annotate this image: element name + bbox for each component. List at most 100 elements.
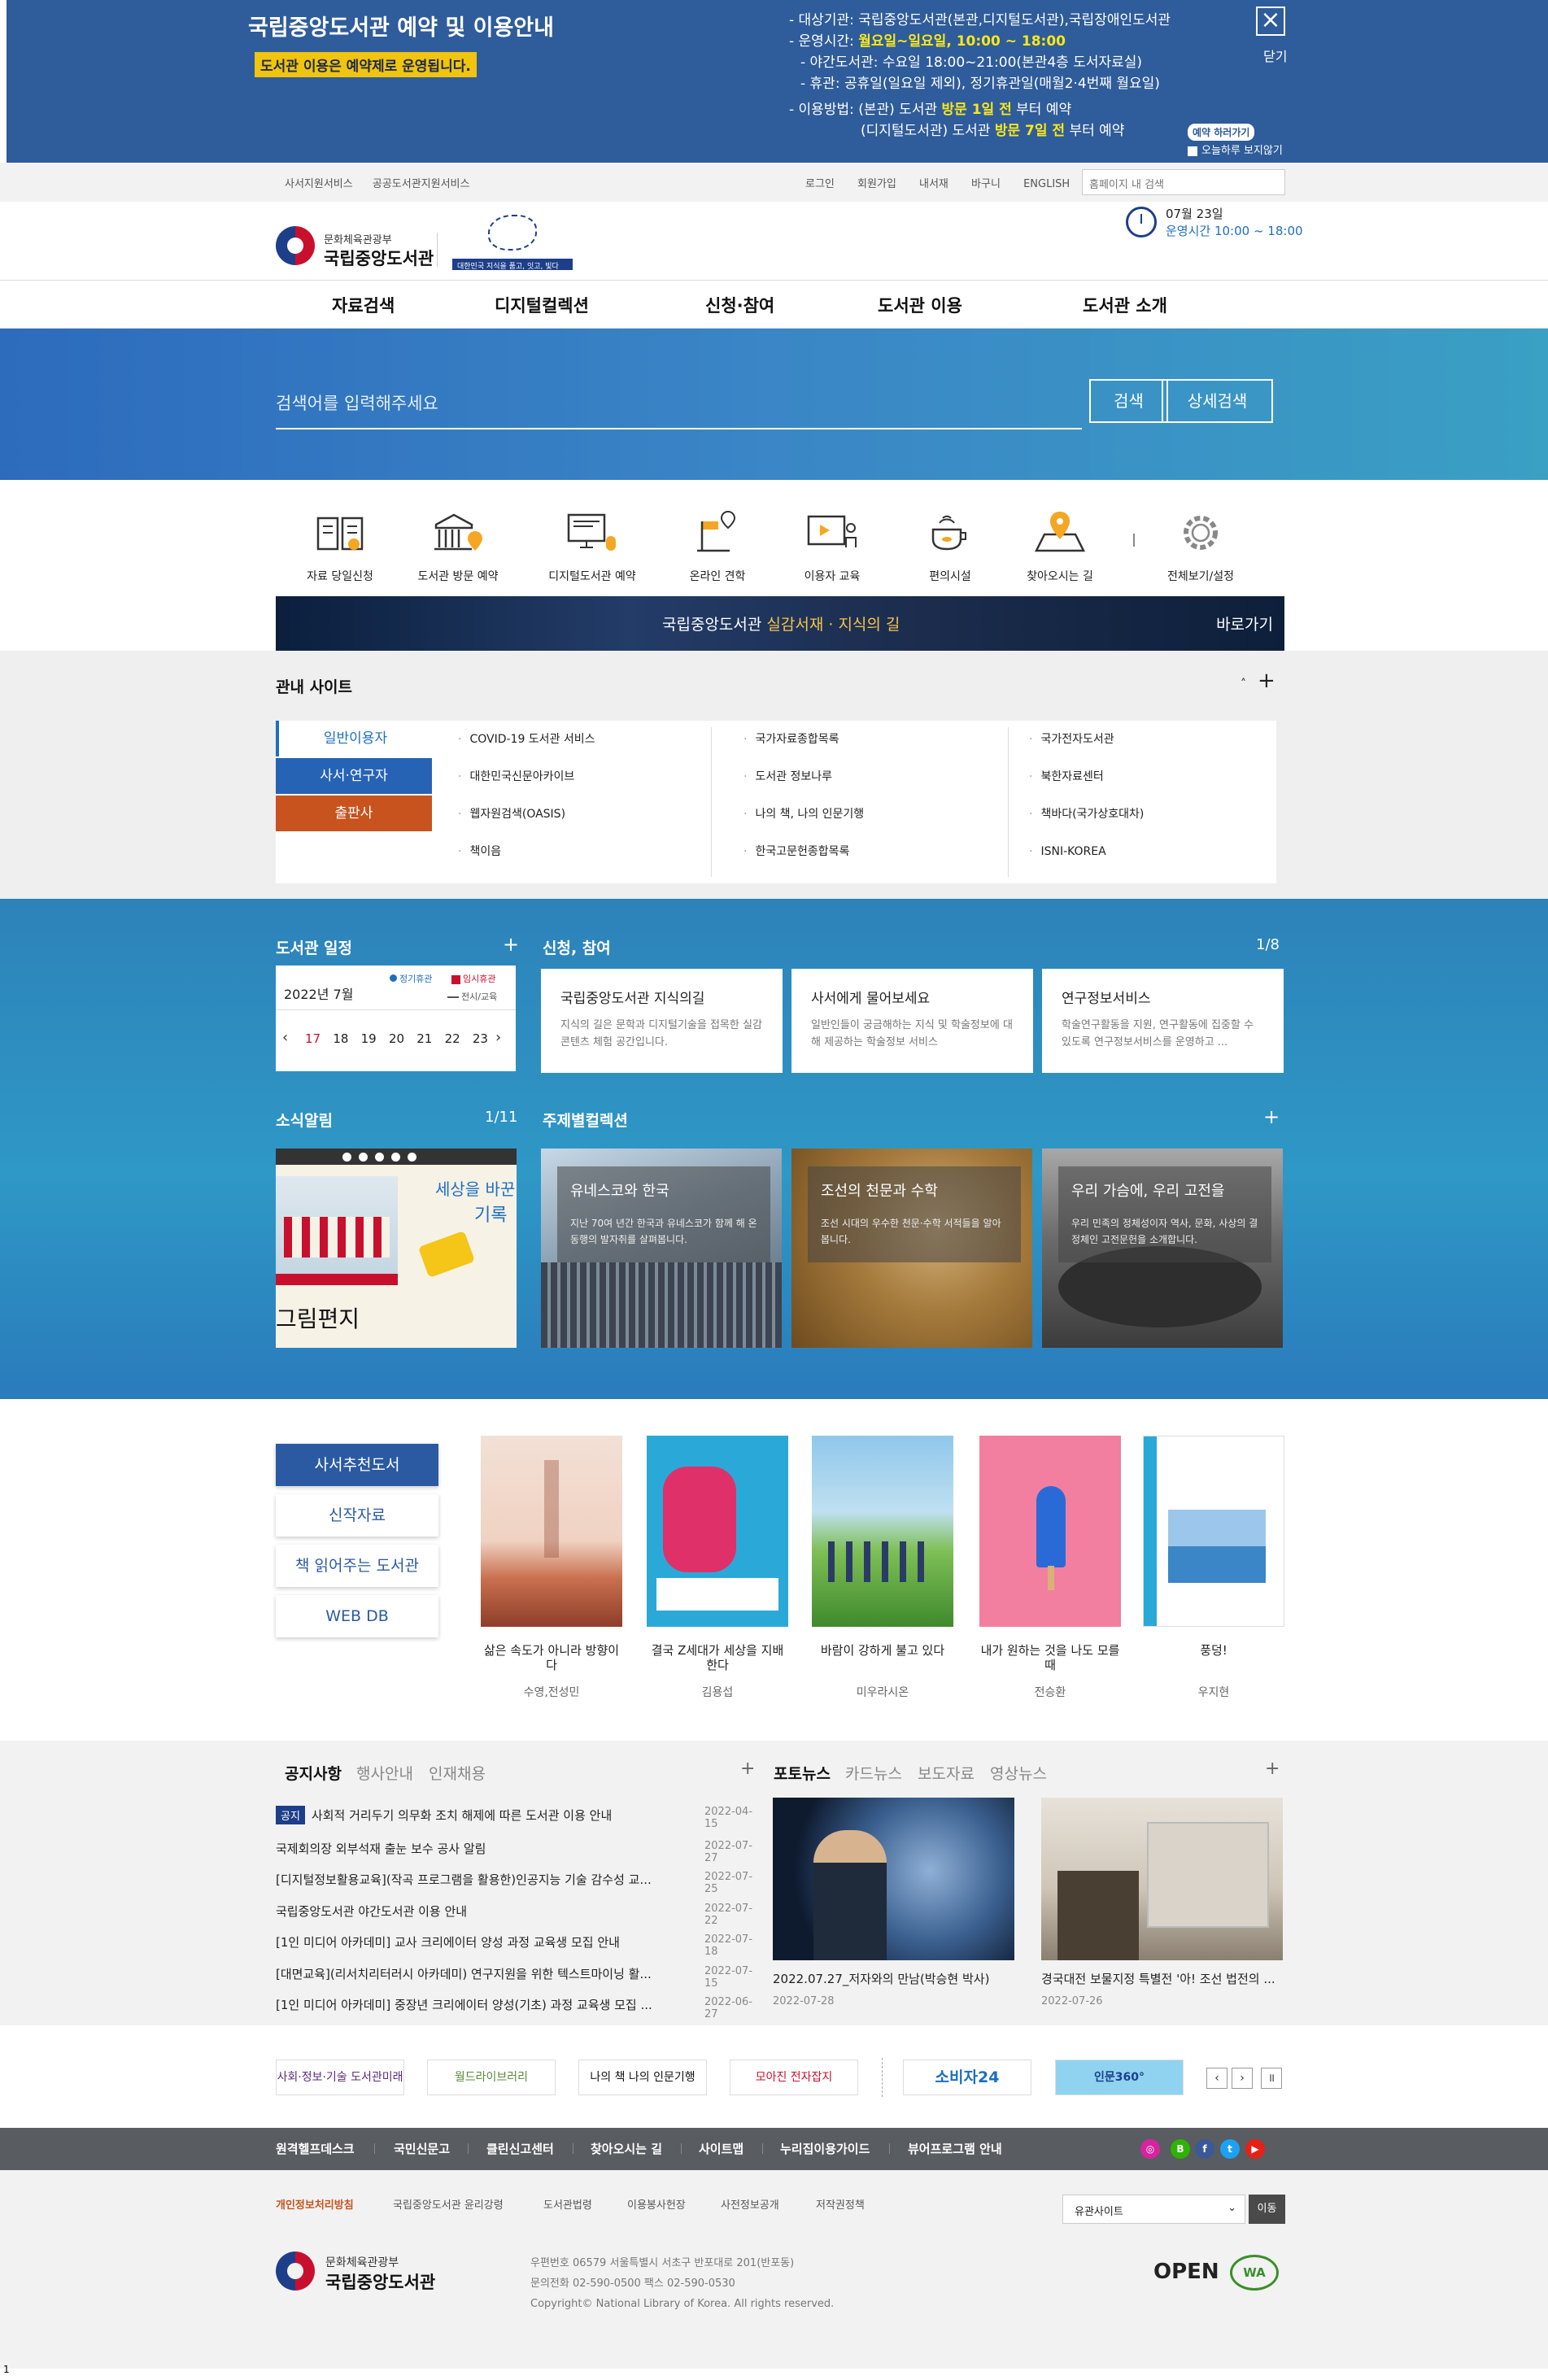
copyright-policy-link[interactable]: 저작권정책 [816, 2196, 865, 2212]
calendar-day[interactable]: 17 [305, 1031, 321, 1046]
apply-card[interactable]: 연구정보서비스 학술연구활동을 지원, 연구활동에 집중할 수 있도록 연구정보… [1042, 969, 1284, 1073]
partner-pause-icon[interactable]: ॥ [1261, 2068, 1282, 2089]
quick-settings[interactable]: 전체보기/설정 [1152, 504, 1249, 584]
tab-new-materials[interactable]: 신작자료 [276, 1494, 438, 1537]
photo-caption[interactable]: 2022.07.27_저자와의 만남(박승현 박사) [773, 1970, 989, 1987]
partner-logo[interactable]: 사회·정보·기술 도서관미래공방 [276, 2060, 404, 2095]
book-item[interactable]: 풍덩! 우지현 [1143, 1436, 1284, 1700]
nav-about[interactable]: 도서관 소개 [1083, 293, 1167, 317]
footer-link-clean-report[interactable]: 클린신고센터 [486, 2140, 554, 2157]
book-item[interactable]: 내가 원하는 것을 나도 모를 때 전승환 [979, 1436, 1121, 1700]
related-link[interactable]: 한국고문헌종합목록 [743, 833, 864, 870]
book-item[interactable]: 결국 Z세대가 세상을 지배한다 김용섭 [647, 1436, 788, 1700]
related-link[interactable]: 웹자원검색(OASIS) [458, 796, 595, 833]
calendar-day[interactable]: 20 [389, 1031, 404, 1046]
photo-plus-icon[interactable]: + [1265, 1759, 1280, 1779]
calendar-next-icon[interactable]: › [495, 1029, 501, 1046]
apply-card[interactable]: 국립중앙도서관 지식의길 지식의 길은 문학과 디지털기술을 접목한 실감 콘텐… [541, 969, 783, 1073]
book-item[interactable]: 삶은 속도가 아니라 방향이다 수영,전성민 [481, 1436, 622, 1700]
partner-logo[interactable]: 나의 책 나의 인문기행 [578, 2060, 707, 2095]
facebook-icon[interactable]: f [1195, 2139, 1214, 2159]
basket-link[interactable]: 바구니 [971, 178, 1001, 190]
notice-row[interactable]: [디지털정보활용교육](작곡 프로그램을 활용한)인공지능 기술 감수성 교..… [276, 1871, 764, 1902]
info-disclosure-link[interactable]: 사전정보공개 [721, 2196, 779, 2212]
related-link[interactable]: 국가자료종합목록 [743, 721, 864, 758]
calendar-day[interactable]: 21 [416, 1031, 432, 1046]
reserve-button[interactable]: 예약 하러가기 [1188, 124, 1255, 141]
close-button[interactable]: 닫기 [1263, 46, 1287, 65]
partner-logo[interactable]: 인문360° [1055, 2060, 1184, 2095]
related-link[interactable]: 나의 책, 나의 인문기행 [743, 796, 864, 833]
related-link[interactable]: 북한자료센터 [1029, 758, 1144, 796]
signup-link[interactable]: 회원가입 [857, 178, 896, 190]
collapse-icon[interactable]: ˄ [1241, 678, 1246, 691]
librarian-service-link[interactable]: 사서지원서비스 [285, 178, 353, 190]
footer-link-epeople[interactable]: 국민신문고 [394, 2140, 450, 2157]
slide-dot-icon[interactable] [408, 1153, 416, 1162]
photo-caption[interactable]: 경국대전 보물지정 특별전 '아! 조선 법전의 ... [1041, 1970, 1283, 1987]
government-emblem-icon[interactable] [276, 226, 315, 265]
logo-ministry[interactable]: 문화체육관광부 [324, 231, 392, 246]
related-link[interactable]: 책바다(국가상호대차) [1029, 796, 1144, 833]
quick-same-day-request[interactable]: 자료 당일신청 [291, 504, 389, 584]
tab-publisher[interactable]: 출판사 [276, 796, 432, 831]
theme-card[interactable]: 조선의 천문과 수학 조선 시대의 우수한 천문·수학 서적들을 알아봅니다. [791, 1149, 1032, 1348]
slide-dot-icon[interactable] [359, 1153, 368, 1162]
photo-news-item[interactable] [1041, 1798, 1283, 1960]
related-link[interactable]: ISNI-KOREA [1029, 833, 1144, 870]
partner-logo[interactable]: 모아진 전자잡지 [730, 2060, 858, 2095]
slide-dot-icon[interactable] [375, 1153, 384, 1162]
calendar-day[interactable]: 22 [445, 1031, 460, 1046]
notice-row[interactable]: [대면교육](리서치리터러시 아카데미) 연구지원을 위한 텍스트마이닝 활..… [276, 1965, 764, 1996]
close-icon[interactable]: × [1256, 7, 1285, 36]
tab-librarian-researcher[interactable]: 사서·연구자 [276, 758, 432, 794]
footer-link-helpdesk[interactable]: 원격헬프데스크 [276, 2140, 355, 2157]
site-search-input[interactable]: 홈페이지 내 검색 [1082, 169, 1285, 195]
family-site-select[interactable]: 유관사이트 ⌄ [1062, 2195, 1245, 2224]
banner-go-link[interactable]: 바로가기 [1216, 612, 1273, 634]
calendar-prev-icon[interactable]: ‹ [282, 1029, 288, 1046]
themes-plus-icon[interactable]: + [1263, 1105, 1280, 1128]
public-library-service-link[interactable]: 공공도서관지원서비스 [373, 178, 470, 190]
logo-name[interactable]: 국립중앙도서관 [324, 246, 434, 270]
quick-directions[interactable]: 찾아오시는 길 [1011, 504, 1109, 584]
related-link[interactable]: 대한민국신문아카이브 [458, 758, 595, 796]
partner-logo[interactable]: 월드라이브러리 [427, 2060, 556, 2095]
apply-card[interactable]: 사서에게 물어보세요 일반인들이 궁금해하는 지식 및 학술정보에 대해 제공하… [791, 969, 1033, 1073]
tab-web-db[interactable]: WEB DB [276, 1595, 438, 1637]
calendar-day[interactable]: 19 [361, 1031, 377, 1046]
checkbox-icon[interactable] [1188, 146, 1197, 156]
calendar-day[interactable]: 18 [333, 1031, 348, 1046]
footer-link-sitemap[interactable]: 사이트맵 [699, 2140, 743, 2157]
tab-photo-news[interactable]: 포토뉴스 [774, 1762, 831, 1784]
partner-next-icon[interactable]: › [1232, 2068, 1253, 2089]
quick-digital-reservation[interactable]: 디지털도서관 예약 [543, 504, 641, 584]
advanced-search-button[interactable]: 상세검색 [1162, 379, 1273, 423]
slide-dot-icon[interactable] [342, 1153, 351, 1162]
tab-librarian-picks[interactable]: 사서추천도서 [276, 1444, 438, 1486]
blog-icon[interactable]: B [1171, 2139, 1190, 2159]
tab-recruit[interactable]: 인재채용 [429, 1762, 486, 1784]
my-library-link[interactable]: 내서재 [919, 178, 948, 190]
related-link[interactable]: 도서관 정보나루 [743, 758, 864, 796]
twitter-icon[interactable]: t [1220, 2139, 1240, 2159]
search-button[interactable]: 검색 [1089, 379, 1168, 423]
quick-online-tour[interactable]: 온라인 견학 [669, 504, 766, 584]
family-site-go-button[interactable]: 이동 [1249, 2195, 1285, 2224]
tab-video-news[interactable]: 영상뉴스 [990, 1762, 1047, 1784]
tab-notices[interactable]: 공지사항 [285, 1762, 342, 1784]
quick-facilities[interactable]: 편의시설 [901, 504, 999, 584]
notices-plus-icon[interactable]: + [740, 1759, 755, 1779]
english-link[interactable]: ENGLISH [1023, 178, 1070, 190]
footer-link-directions[interactable]: 찾아오시는 길 [591, 2140, 662, 2157]
nav-digital-collection[interactable]: 디지털컬렉션 [495, 293, 589, 317]
privacy-policy-link[interactable]: 개인정보처리방침 [276, 2196, 354, 2212]
notice-row[interactable]: [1인 미디어 아카데미] 교사 크리에이터 양성 과정 교육생 모집 안내 2… [276, 1933, 764, 1964]
photo-news-item[interactable] [773, 1798, 1014, 1960]
instagram-icon[interactable]: ◎ [1140, 2139, 1160, 2159]
tab-events[interactable]: 행사안내 [356, 1762, 413, 1784]
book-item[interactable]: 바람이 강하게 불고 있다 미우라시온 [812, 1436, 953, 1700]
footer-link-guide[interactable]: 누리집이용가이드 [780, 2140, 870, 2157]
login-link[interactable]: 로그인 [805, 178, 835, 190]
knowledge-road-banner[interactable]: 국립중앙도서관 실감서재 · 지식의 길 바로가기 [276, 596, 1284, 651]
